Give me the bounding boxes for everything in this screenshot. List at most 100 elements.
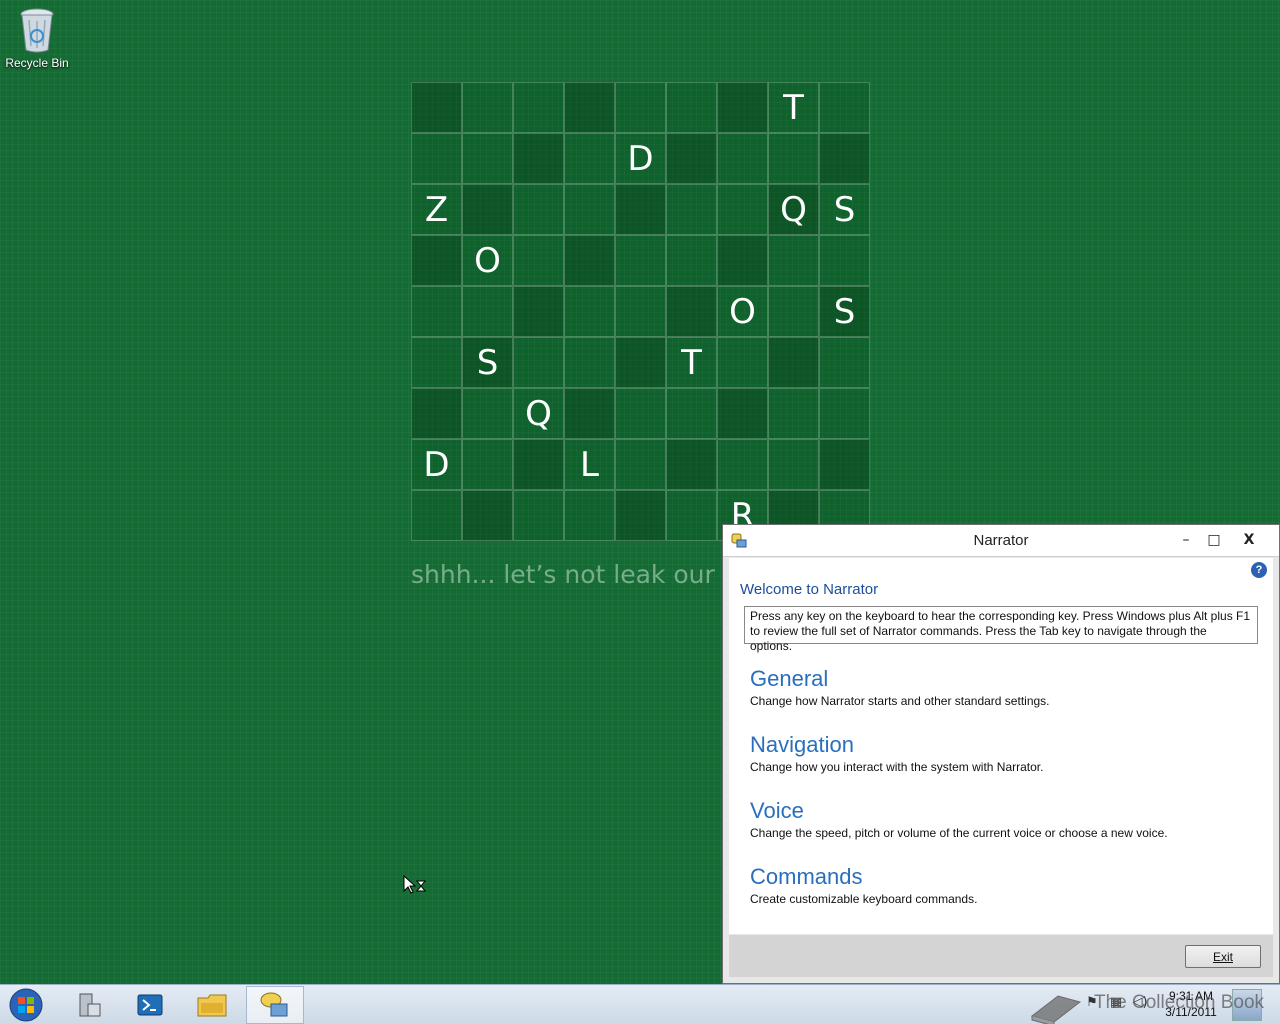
recycle-bin-icon — [20, 8, 54, 53]
grid-cell — [462, 439, 513, 490]
grid-cell — [615, 235, 666, 286]
window-footer: Exit — [729, 935, 1273, 977]
grid-cell — [717, 82, 768, 133]
grid-cell: Q — [513, 388, 564, 439]
grid-cell — [768, 388, 819, 439]
grid-cell — [513, 337, 564, 388]
taskbar-powershell[interactable] — [121, 986, 179, 1024]
grid-cell — [513, 184, 564, 235]
grid-cell — [411, 235, 462, 286]
grid-cell — [666, 490, 717, 541]
option-navigation-desc: Change how you interact with the system … — [750, 760, 1044, 774]
narrator-icon — [260, 992, 288, 1017]
maximize-button[interactable]: □ — [1201, 529, 1227, 551]
powershell-icon — [137, 994, 163, 1016]
grid-cell — [411, 490, 462, 541]
grid-cell — [819, 235, 870, 286]
grid-cell — [513, 235, 564, 286]
taskbar-server-manager[interactable] — [60, 986, 118, 1024]
option-voice[interactable]: Voice Change the speed, pitch or volume … — [750, 798, 1168, 840]
grid-cell — [462, 184, 513, 235]
info-text-box[interactable]: Press any key on the keyboard to hear th… — [744, 606, 1258, 653]
grid-cell — [615, 337, 666, 388]
minimize-button[interactable]: – — [1173, 529, 1199, 551]
grid-cell: Z — [411, 184, 462, 235]
taskbar-narrator[interactable] — [246, 986, 304, 1024]
grid-cell — [717, 184, 768, 235]
flag-icon[interactable]: ⚑ — [1084, 995, 1100, 1011]
grid-cell — [564, 388, 615, 439]
option-general-desc: Change how Narrator starts and other sta… — [750, 694, 1050, 708]
grid-cell — [411, 82, 462, 133]
network-icon[interactable]: ▦ — [1108, 995, 1124, 1011]
grid-cell — [615, 490, 666, 541]
server-manager-icon — [79, 993, 101, 1017]
grid-cell — [564, 133, 615, 184]
option-general[interactable]: General Change how Narrator starts and o… — [750, 666, 1050, 708]
option-navigation[interactable]: Navigation Change how you interact with … — [750, 732, 1043, 774]
grid-cell: S — [462, 337, 513, 388]
option-voice-link[interactable]: Voice — [750, 798, 1168, 824]
busy-cursor-icon — [403, 875, 427, 894]
exit-button[interactable]: Exit — [1185, 945, 1261, 968]
grid-cell — [666, 184, 717, 235]
help-icon[interactable]: ? — [1251, 562, 1267, 578]
taskbar-file-explorer[interactable] — [183, 986, 241, 1024]
grid-cell: L — [564, 439, 615, 490]
grid-cell — [411, 286, 462, 337]
grid-cell — [462, 388, 513, 439]
grid-cell — [768, 286, 819, 337]
grid-cell — [819, 82, 870, 133]
grid-cell: D — [411, 439, 462, 490]
grid-cell: D — [615, 133, 666, 184]
option-general-link[interactable]: General — [750, 666, 1050, 692]
file-explorer-icon — [197, 994, 227, 1017]
user-avatar[interactable] — [1232, 989, 1262, 1021]
grid-cell — [615, 388, 666, 439]
grid-cell: S — [819, 286, 870, 337]
desktop-icon-recycle-bin[interactable]: Recycle Bin — [4, 6, 70, 70]
system-tray: ⚑ ▦ ◁) — [1084, 995, 1148, 1011]
taskbar: ⚑ ▦ ◁) 9:31 AM 3/11/2011 — [0, 984, 1280, 1024]
option-commands-link[interactable]: Commands — [750, 864, 977, 890]
option-voice-desc: Change the speed, pitch or volume of the… — [750, 826, 1168, 840]
grid-cell — [462, 490, 513, 541]
option-navigation-link[interactable]: Navigation — [750, 732, 1043, 758]
grid-cell — [513, 82, 564, 133]
grid-cell — [615, 286, 666, 337]
grid-cell — [717, 235, 768, 286]
grid-cell — [819, 337, 870, 388]
grid-cell — [513, 286, 564, 337]
grid-cell: Q — [768, 184, 819, 235]
grid-cell — [717, 388, 768, 439]
grid-cell: O — [717, 286, 768, 337]
grid-cell — [717, 439, 768, 490]
grid-cell — [768, 235, 819, 286]
clock-date: 3/11/2011 — [1165, 1005, 1217, 1019]
narrator-content: ? Welcome to Narrator Press any key on t… — [729, 558, 1273, 934]
grid-cell — [411, 337, 462, 388]
close-button[interactable]: X — [1236, 529, 1262, 551]
grid-cell — [564, 286, 615, 337]
grid-cell: O — [462, 235, 513, 286]
grid-cell — [615, 184, 666, 235]
narrator-window: Narrator – □ X ? Welcome to Narrator Pre… — [722, 524, 1280, 984]
title-bar[interactable]: Narrator – □ X — [723, 525, 1279, 557]
clock[interactable]: 9:31 AM 3/11/2011 — [1158, 988, 1224, 1020]
grid-cell: T — [768, 82, 819, 133]
volume-icon[interactable]: ◁) — [1132, 995, 1148, 1011]
grid-caption: shhh... let’s not leak our — [411, 560, 715, 589]
grid-cell — [819, 439, 870, 490]
grid-cell — [666, 439, 717, 490]
grid-cell — [666, 82, 717, 133]
start-button-icon[interactable] — [6, 988, 46, 1022]
grid-cell — [615, 439, 666, 490]
grid-cell — [717, 133, 768, 184]
grid-cell — [462, 286, 513, 337]
grid-cell — [768, 337, 819, 388]
grid-cell — [411, 133, 462, 184]
grid-cell — [717, 337, 768, 388]
letter-grid: TDZQSOOSSTQDLR — [411, 82, 873, 544]
option-commands[interactable]: Commands Create customizable keyboard co… — [750, 864, 977, 906]
grid-cell — [666, 286, 717, 337]
